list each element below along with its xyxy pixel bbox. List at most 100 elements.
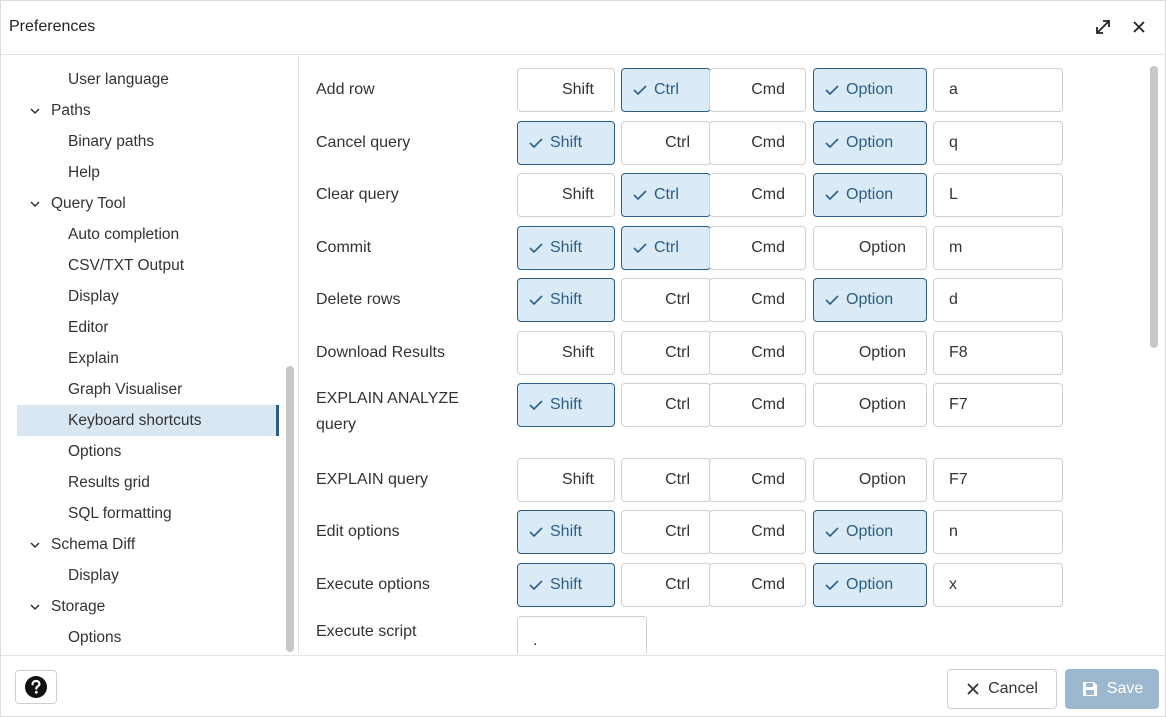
check-icon — [824, 293, 840, 307]
tree-item[interactable]: Display — [17, 281, 279, 312]
tree-item[interactable]: Keyboard shortcuts — [17, 405, 279, 436]
help-button[interactable] — [15, 670, 57, 704]
option-toggle[interactable]: Option — [813, 383, 927, 427]
cmd-toggle[interactable]: Cmd — [709, 563, 806, 607]
cmd-label: Cmd — [751, 186, 785, 203]
chevron-down-icon[interactable] — [29, 198, 43, 210]
ctrl-toggle[interactable]: Ctrl — [621, 173, 711, 217]
ctrl-toggle[interactable]: Ctrl — [621, 278, 711, 322]
tree-item-label: User language — [68, 70, 169, 88]
key-input[interactable]: n — [933, 510, 1063, 554]
shortcut-label: Add row — [316, 81, 375, 98]
cmd-toggle[interactable]: Cmd — [709, 510, 806, 554]
option-toggle[interactable]: Option — [813, 458, 927, 502]
key-value: F7 — [949, 471, 968, 488]
tree-item[interactable]: Options — [17, 436, 279, 467]
tree-item[interactable]: Editor — [17, 312, 279, 343]
option-toggle[interactable]: Option — [813, 331, 927, 375]
tree-item[interactable]: Results grid — [17, 467, 279, 498]
ctrl-toggle[interactable]: Ctrl — [621, 563, 711, 607]
shift-toggle[interactable]: Shift — [517, 331, 615, 375]
chevron-down-icon[interactable] — [29, 601, 43, 613]
option-toggle[interactable]: Option — [813, 121, 927, 165]
key-input[interactable]: . — [517, 616, 647, 654]
tree-item[interactable]: Query Tool — [17, 188, 279, 219]
tree-item[interactable]: User language — [17, 64, 279, 95]
tree-item[interactable]: Schema Diff — [17, 529, 279, 560]
shift-toggle[interactable]: Shift — [517, 226, 615, 270]
shift-toggle[interactable]: Shift — [517, 458, 615, 502]
cmd-toggle[interactable]: Cmd — [709, 458, 806, 502]
cmd-toggle[interactable]: Cmd — [709, 331, 806, 375]
ctrl-toggle[interactable]: Ctrl — [621, 383, 711, 427]
shift-toggle[interactable]: Shift — [517, 510, 615, 554]
option-toggle[interactable]: Option — [813, 510, 927, 554]
tree-item[interactable]: Auto completion — [17, 219, 279, 250]
shift-toggle[interactable]: Shift — [517, 121, 615, 165]
shift-label: Shift — [550, 576, 583, 593]
tree-scrollbar[interactable] — [286, 366, 294, 652]
cmd-toggle[interactable]: Cmd — [709, 278, 806, 322]
cmd-toggle[interactable]: Cmd — [709, 68, 806, 112]
ctrl-toggle[interactable]: Ctrl — [621, 458, 711, 502]
shift-toggle[interactable]: Shift — [517, 383, 615, 427]
expand-icon[interactable] — [1091, 15, 1115, 39]
tree-item[interactable]: CSV/TXT Output — [17, 250, 279, 281]
tree-item[interactable]: Binary paths — [17, 126, 279, 157]
ctrl-toggle[interactable]: Ctrl — [621, 510, 711, 554]
shortcut-label: EXPLAIN query — [316, 471, 429, 488]
cmd-toggle[interactable]: Cmd — [709, 121, 806, 165]
key-input[interactable]: q — [933, 121, 1063, 165]
ctrl-label: Ctrl — [665, 523, 690, 540]
option-label: Option — [858, 239, 906, 256]
cancel-button[interactable]: Cancel — [947, 669, 1057, 709]
help-icon — [25, 676, 47, 698]
key-input[interactable]: x — [933, 563, 1063, 607]
tree-item[interactable]: Paths — [17, 95, 279, 126]
option-toggle[interactable]: Option — [813, 226, 927, 270]
chevron-down-icon[interactable] — [29, 539, 43, 551]
option-toggle[interactable]: Option — [813, 563, 927, 607]
tree-item[interactable]: Help — [17, 157, 279, 188]
shift-label: Shift — [550, 239, 583, 256]
shortcut-label: Delete rows — [316, 291, 401, 308]
shift-toggle[interactable]: Shift — [517, 563, 615, 607]
tree-item[interactable]: Explain — [17, 343, 279, 374]
key-input[interactable]: F7 — [933, 458, 1063, 502]
tree-item[interactable]: Display — [17, 560, 279, 591]
cmd-toggle[interactable]: Cmd — [709, 173, 806, 217]
option-toggle[interactable]: Option — [813, 173, 927, 217]
shortcut-row: Add row Shift Ctrl Cmd Option a — [300, 68, 1140, 112]
shift-toggle[interactable]: Shift — [517, 68, 615, 112]
content-scrollbar[interactable] — [1150, 66, 1158, 348]
chevron-down-icon[interactable] — [29, 105, 43, 117]
cmd-toggle[interactable]: Cmd — [709, 383, 806, 427]
ctrl-toggle[interactable]: Ctrl — [621, 121, 711, 165]
key-input[interactable]: d — [933, 278, 1063, 322]
shortcuts-panel: Add row Shift Ctrl Cmd Option a Cancel query Sh… — [300, 56, 1165, 654]
close-icon[interactable] — [1127, 15, 1151, 39]
ctrl-toggle[interactable]: Ctrl — [621, 226, 711, 270]
tree-item[interactable]: Graph Visualiser — [17, 374, 279, 405]
ctrl-toggle[interactable]: Ctrl — [621, 68, 711, 112]
tree-item[interactable]: Options — [17, 622, 279, 653]
tree-item[interactable]: Storage — [17, 591, 279, 622]
save-button[interactable]: Save — [1065, 669, 1159, 709]
option-label: Option — [846, 134, 894, 151]
key-input[interactable]: L — [933, 173, 1063, 217]
shortcut-row: EXPLAIN ANALYZE query Shift Ctrl Cmd Option F… — [300, 383, 1140, 433]
option-toggle[interactable]: Option — [813, 68, 927, 112]
key-input[interactable]: F7 — [933, 383, 1063, 427]
key-input[interactable]: m — [933, 226, 1063, 270]
option-toggle[interactable]: Option — [813, 278, 927, 322]
key-input[interactable]: a — [933, 68, 1063, 112]
key-input[interactable]: F8 — [933, 331, 1063, 375]
cmd-toggle[interactable]: Cmd — [709, 226, 806, 270]
shift-toggle[interactable]: Shift — [517, 278, 615, 322]
ctrl-toggle[interactable]: Ctrl — [621, 331, 711, 375]
tree-item-label: Binary paths — [68, 132, 155, 150]
key-value: m — [949, 239, 963, 256]
tree-item[interactable]: SQL formatting — [17, 498, 279, 529]
shift-toggle[interactable]: Shift — [517, 173, 615, 217]
cmd-label: Cmd — [751, 576, 785, 593]
